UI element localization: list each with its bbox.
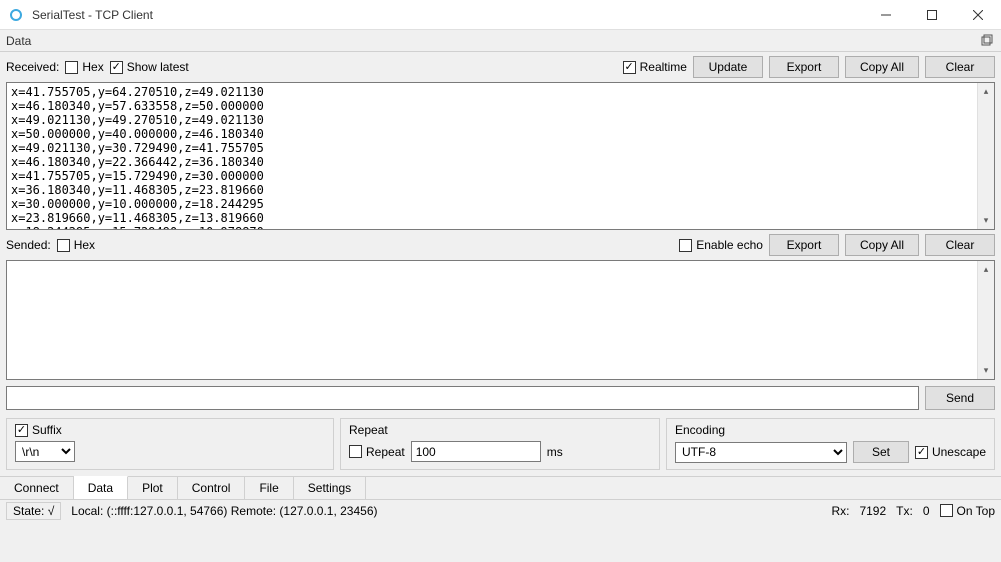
checkbox-label: Hex [74, 238, 95, 252]
encoding-group: Encoding UTF-8 Set Unescape [666, 418, 995, 470]
encoding-select[interactable]: UTF-8 [675, 442, 847, 463]
suffix-select[interactable]: \r\n [15, 441, 75, 462]
sended-textarea[interactable] [7, 261, 977, 379]
sended-hex-checkbox[interactable]: Hex [57, 238, 95, 252]
realtime-checkbox[interactable]: Realtime [623, 60, 687, 74]
sended-scrollbar[interactable]: ▴ ▾ [977, 261, 994, 379]
checkbox-label: Unescape [932, 445, 986, 459]
send-button[interactable]: Send [925, 386, 995, 410]
received-textarea[interactable]: x=41.755705,y=64.270510,z=49.021130 x=46… [7, 83, 977, 229]
checkbox-box [940, 504, 953, 517]
checkbox-box [679, 239, 692, 252]
suffix-checkbox[interactable]: Suffix [15, 423, 325, 437]
sended-label: Sended: [6, 238, 51, 252]
options-row: Suffix \r\n Repeat Repeat ms Encoding UT… [0, 416, 1001, 476]
close-button[interactable] [955, 0, 1001, 30]
status-connection: Local: (::ffff:127.0.0.1, 54766) Remote:… [71, 504, 377, 518]
titlebar: SerialTest - TCP Client [0, 0, 1001, 30]
popout-icon[interactable] [981, 34, 995, 48]
checkbox-box [349, 445, 362, 458]
received-scrollbar[interactable]: ▴ ▾ [977, 83, 994, 229]
tab-plot[interactable]: Plot [128, 477, 178, 499]
checkbox-box [915, 446, 928, 459]
statusbar: State: √ Local: (::ffff:127.0.0.1, 54766… [0, 499, 1001, 521]
checkbox-box [110, 61, 123, 74]
sended-textarea-wrap: ▴ ▾ [6, 260, 995, 380]
maximize-button[interactable] [909, 0, 955, 30]
update-button[interactable]: Update [693, 56, 763, 78]
checkbox-label: Realtime [640, 60, 687, 74]
show-latest-checkbox[interactable]: Show latest [110, 60, 189, 74]
export-sended-button[interactable]: Export [769, 234, 839, 256]
status-state: State: √ [6, 502, 61, 520]
unescape-checkbox[interactable]: Unescape [915, 445, 986, 459]
checkbox-label: Show latest [127, 60, 189, 74]
received-textarea-wrap: x=41.755705,y=64.270510,z=49.021130 x=46… [6, 82, 995, 230]
status-rx-value: 7192 [859, 504, 886, 518]
checkbox-label: On Top [957, 504, 995, 518]
enable-echo-checkbox[interactable]: Enable echo [679, 238, 763, 252]
checkbox-box [15, 424, 28, 437]
sended-toolbar: Sended: Hex Enable echo Export Copy All … [0, 230, 1001, 260]
tab-data[interactable]: Data [74, 476, 128, 499]
repeat-group-label: Repeat [349, 423, 651, 437]
tab-connect[interactable]: Connect [0, 477, 74, 499]
export-received-button[interactable]: Export [769, 56, 839, 78]
tab-control[interactable]: Control [178, 477, 246, 499]
repeat-group: Repeat Repeat ms [340, 418, 660, 470]
repeat-interval-input[interactable] [411, 441, 541, 462]
checkbox-box [65, 61, 78, 74]
checkbox-label: Enable echo [696, 238, 763, 252]
scroll-down-icon[interactable]: ▾ [978, 212, 994, 229]
status-rx-label: Rx: [831, 504, 849, 518]
repeat-unit-label: ms [547, 445, 563, 459]
received-label: Received: [6, 60, 59, 74]
app-icon [8, 7, 24, 23]
encoding-set-button[interactable]: Set [853, 441, 909, 463]
copyall-received-button[interactable]: Copy All [845, 56, 919, 78]
checkbox-box [57, 239, 70, 252]
minimize-button[interactable] [863, 0, 909, 30]
suffix-group: Suffix \r\n [6, 418, 334, 470]
checkbox-label: Hex [82, 60, 103, 74]
scroll-up-icon[interactable]: ▴ [978, 261, 994, 278]
send-input[interactable] [6, 386, 919, 410]
received-hex-checkbox[interactable]: Hex [65, 60, 103, 74]
clear-received-button[interactable]: Clear [925, 56, 995, 78]
checkbox-box [623, 61, 636, 74]
send-row: Send [0, 380, 1001, 416]
status-tx-value: 0 [923, 504, 930, 518]
status-tx-label: Tx: [896, 504, 913, 518]
tab-bar: Connect Data Plot Control File Settings [0, 476, 1001, 499]
tab-file[interactable]: File [245, 477, 293, 499]
window-title: SerialTest - TCP Client [32, 8, 153, 22]
clear-sended-button[interactable]: Clear [925, 234, 995, 256]
received-toolbar: Received: Hex Show latest Realtime Updat… [0, 52, 1001, 82]
repeat-checkbox[interactable]: Repeat [349, 445, 405, 459]
ontop-checkbox[interactable]: On Top [940, 504, 995, 518]
checkbox-label: Repeat [366, 445, 405, 459]
tab-settings[interactable]: Settings [294, 477, 366, 499]
scroll-down-icon[interactable]: ▾ [978, 362, 994, 379]
checkbox-label: Suffix [32, 423, 62, 437]
data-panel-header: Data [0, 30, 1001, 52]
data-panel-label: Data [6, 34, 31, 48]
encoding-group-label: Encoding [675, 423, 986, 437]
copyall-sended-button[interactable]: Copy All [845, 234, 919, 256]
scroll-up-icon[interactable]: ▴ [978, 83, 994, 100]
